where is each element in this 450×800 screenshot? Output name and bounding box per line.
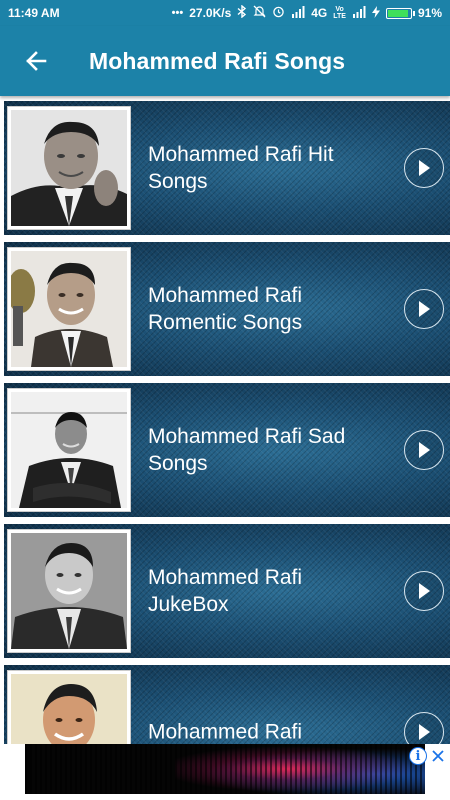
play-button[interactable] <box>404 289 444 329</box>
status-time: 11:49 AM <box>8 6 60 20</box>
list-item-romantic-songs[interactable]: Mohammed Rafi Romentic Songs <box>4 242 450 376</box>
signal-icon-2 <box>352 5 366 21</box>
ad-banner[interactable] <box>25 744 425 794</box>
ad-container: i <box>0 744 450 800</box>
play-button[interactable] <box>404 430 444 470</box>
network-speed: 27.0K/s <box>189 6 232 20</box>
portrait-photo <box>11 251 127 367</box>
status-bar: 11:49 AM ••• 27.0K/s 4G Vo LTE 91% <box>0 0 450 26</box>
page-title: Mohammed Rafi Songs <box>89 47 346 74</box>
thumbnail <box>7 529 131 653</box>
portrait-photo <box>11 392 127 508</box>
charging-icon <box>371 5 380 21</box>
list-item-jukebox[interactable]: Mohammed Rafi JukeBox <box>4 524 450 658</box>
list-item-sad-songs[interactable]: Mohammed Rafi Sad Songs <box>4 383 450 517</box>
more-dots-icon: ••• <box>171 6 184 19</box>
play-button[interactable] <box>404 571 444 611</box>
battery-percent: 91% <box>417 6 442 20</box>
network-type: 4G <box>311 6 328 20</box>
play-icon <box>419 301 430 317</box>
app-bar: Mohammed Rafi Songs <box>0 26 450 96</box>
list-item-label: Mohammed Rafi Hit Songs <box>148 143 334 193</box>
portrait-photo <box>11 674 127 744</box>
list-item-partial[interactable]: Mohammed Rafi <box>4 665 450 744</box>
play-button[interactable] <box>404 148 444 188</box>
signal-icon <box>291 5 305 21</box>
list-item-label: Mohammed Rafi Sad Songs <box>148 425 346 475</box>
thumbnail <box>7 388 131 512</box>
list-item-label: Mohammed Rafi JukeBox <box>148 566 303 616</box>
arrow-back-icon <box>26 51 47 71</box>
list-item-hit-songs[interactable]: Mohammed Rafi Hit Songs <box>4 101 450 235</box>
bluetooth-icon <box>237 4 247 21</box>
list-item-label: Mohammed Rafi <box>148 720 303 744</box>
volte-icon: Vo LTE <box>333 6 346 20</box>
thumbnail <box>7 106 131 230</box>
portrait-photo <box>11 533 127 649</box>
battery-icon <box>385 7 415 19</box>
play-icon <box>419 160 430 176</box>
play-icon <box>419 583 430 599</box>
close-icon[interactable] <box>428 746 448 766</box>
list-item-label: Mohammed Rafi Romentic Songs <box>148 284 303 334</box>
play-icon <box>419 442 430 458</box>
play-button[interactable] <box>404 712 444 744</box>
back-button[interactable] <box>0 26 72 96</box>
mute-icon <box>253 5 266 21</box>
thumbnail <box>7 247 131 371</box>
status-icons: ••• 27.0K/s 4G Vo LTE 91% <box>171 4 442 21</box>
ad-dot-pattern <box>25 744 425 794</box>
alarm-icon <box>272 5 285 21</box>
thumbnail <box>7 670 131 744</box>
song-category-list[interactable]: Mohammed Rafi Hit Songs Mohammed Rafi Ro… <box>0 96 450 744</box>
info-icon[interactable]: i <box>409 747 427 765</box>
play-icon <box>419 724 430 740</box>
portrait-photo <box>11 110 127 226</box>
